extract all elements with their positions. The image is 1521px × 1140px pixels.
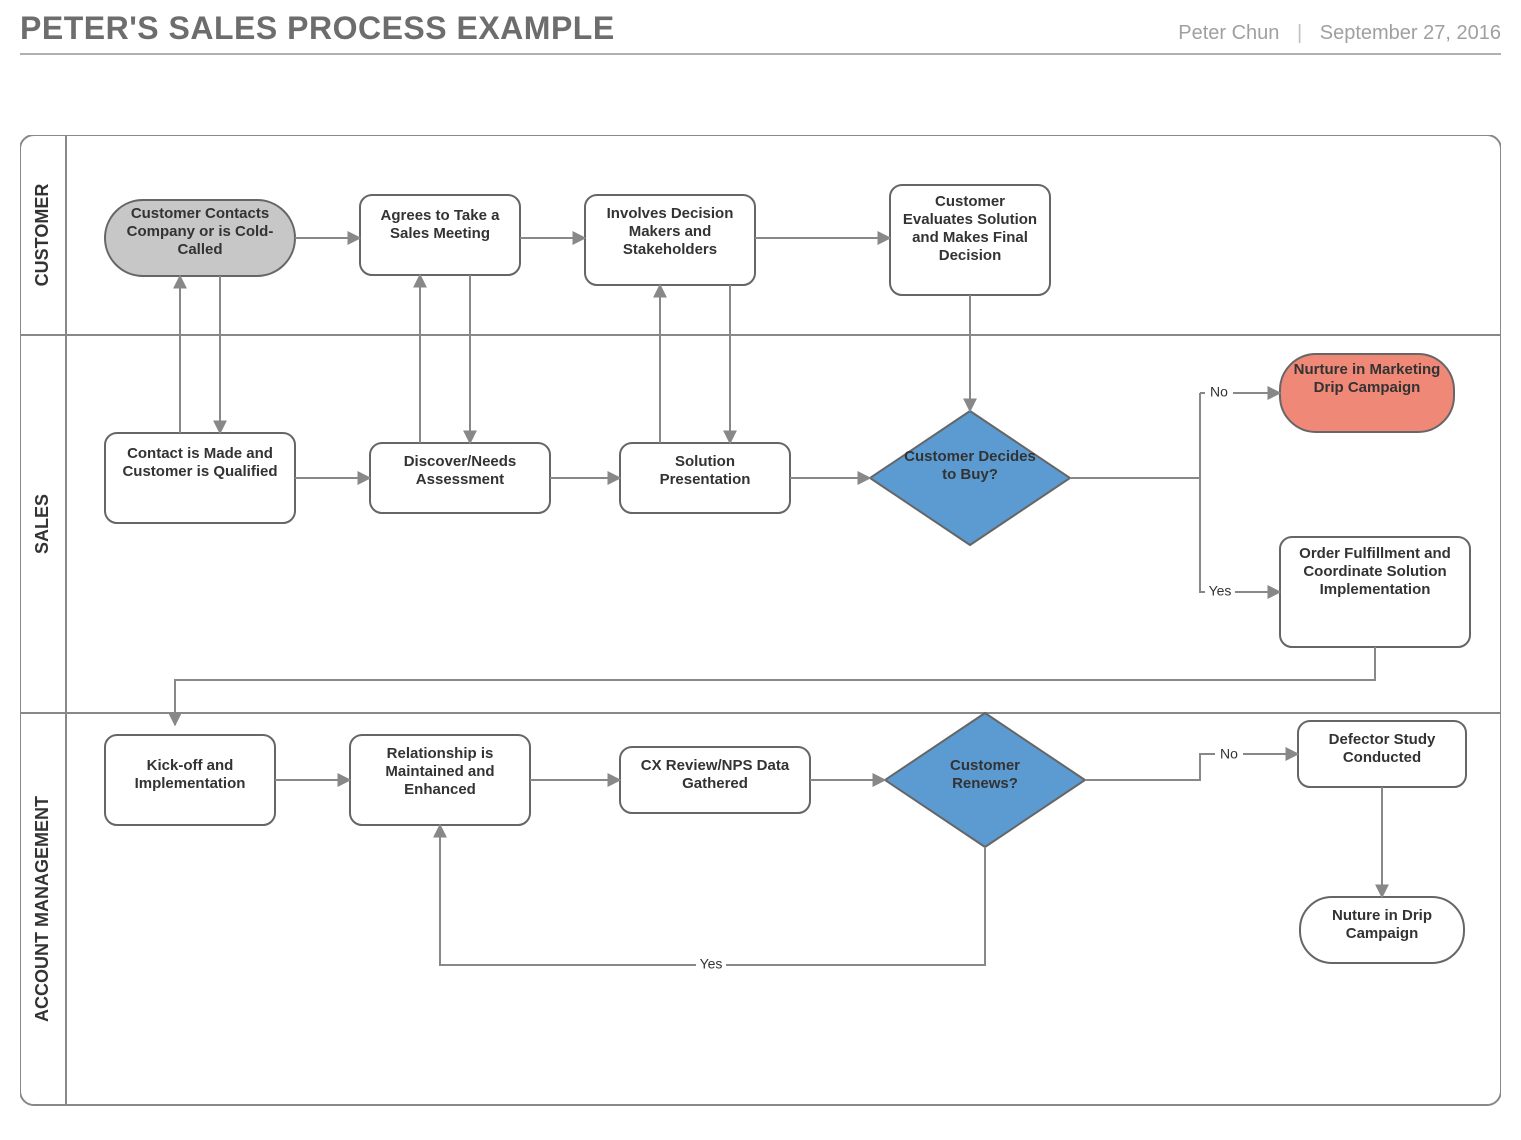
- lane-label-acct: ACCOUNT MANAGEMENT: [32, 796, 52, 1022]
- lane-label-customer: CUSTOMER: [32, 184, 52, 287]
- node-defector-study-label: Defector Study Conducted: [1306, 731, 1458, 767]
- node-cx-review-label: CX Review/NPS Data Gathered: [628, 757, 802, 793]
- edge-label-yes-1: Yes: [1209, 583, 1232, 599]
- lane-label-sales: SALES: [32, 494, 52, 554]
- page-root: PETER'S SALES PROCESS EXAMPLE Peter Chun…: [0, 0, 1521, 1140]
- node-involve-stakeholders-label: Involves Decision Makers and Stakeholder…: [593, 205, 747, 259]
- node-decision-buy-label: Customer Decides to Buy?: [900, 448, 1040, 484]
- node-decision-renew-label: Customer Renews?: [925, 757, 1045, 793]
- node-contact-qualified-label: Contact is Made and Customer is Qualifie…: [113, 445, 287, 481]
- node-agree-meeting-label: Agrees to Take a Sales Meeting: [368, 207, 512, 243]
- edge-label-no-1: No: [1210, 384, 1228, 400]
- page-meta: Peter Chun | September 27, 2016: [1178, 22, 1501, 45]
- node-nurture-drip-label: Nurture in Marketing Drip Campaign: [1288, 361, 1446, 397]
- page-date: September 27, 2016: [1320, 22, 1501, 44]
- diagram-canvas: CUSTOMER SALES ACCOUNT MANAGEMENT Custom…: [20, 135, 1501, 1115]
- node-customer-evaluates-label: Customer Evaluates Solution and Makes Fi…: [898, 193, 1042, 265]
- node-solution-presentation-label: Solution Presentation: [628, 453, 782, 489]
- flow-diagram: CUSTOMER SALES ACCOUNT MANAGEMENT Custom…: [20, 135, 1501, 1115]
- page-header: PETER'S SALES PROCESS EXAMPLE Peter Chun…: [20, 0, 1501, 55]
- edge-label-no-2: No: [1220, 746, 1238, 762]
- node-relationship-label: Relationship is Maintained and Enhanced: [358, 745, 522, 799]
- node-kickoff-label: Kick-off and Implementation: [113, 757, 267, 793]
- node-discover-needs-label: Discover/Needs Assessment: [378, 453, 542, 489]
- node-nurture-drip-2-label: Nuture in Drip Campaign: [1308, 907, 1456, 943]
- page-author: Peter Chun: [1178, 22, 1279, 44]
- meta-separator: |: [1297, 22, 1302, 44]
- edge-label-yes-2: Yes: [700, 956, 723, 972]
- page-title: PETER'S SALES PROCESS EXAMPLE: [20, 10, 615, 47]
- node-order-fulfillment-label: Order Fulfillment and Coordinate Solutio…: [1288, 545, 1462, 599]
- node-customer-contacts-label: Customer Contacts Company or is Cold-Cal…: [115, 205, 285, 259]
